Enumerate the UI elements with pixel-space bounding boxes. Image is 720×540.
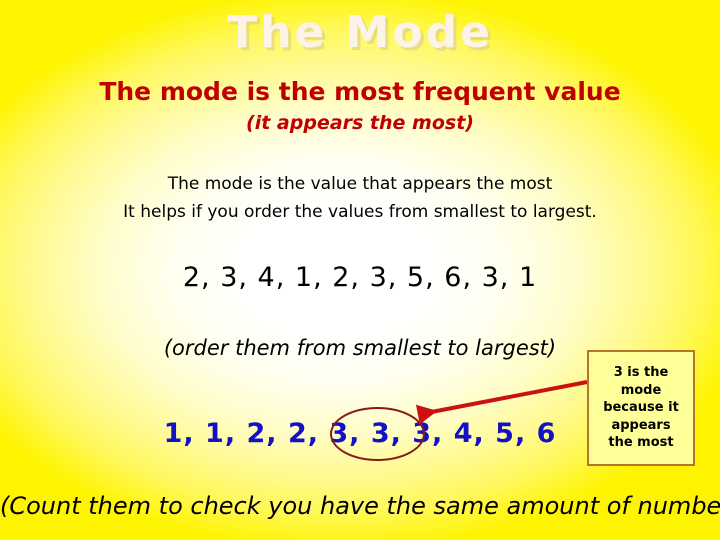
callout-line-3: because it	[603, 400, 679, 416]
explanation-line-1: The mode is the value that appears the m…	[167, 174, 553, 194]
callout-line-4: appears	[611, 417, 671, 433]
explanation-line-2: It helps if you order the values from sm…	[123, 202, 597, 223]
callout-line-5: the most	[608, 435, 674, 451]
callout-line-1: 3 is the	[613, 365, 669, 381]
mode-explanation-callout: 3 is the mode because it appears the mos…	[587, 350, 695, 466]
footer-note: (Count them to check you have the same a…	[0, 492, 720, 520]
unordered-number-list: 2, 3, 4, 1, 2, 3, 5, 6, 3, 1	[182, 262, 538, 293]
slide-canvas: The Mode The mode is the most frequent v…	[0, 0, 720, 540]
explanation-block: The mode is the value that appears the m…	[0, 170, 720, 226]
mode-definition-secondary: (it appears the most)	[246, 111, 474, 134]
page-title: The Mode	[227, 7, 493, 58]
callout-line-2: mode	[620, 382, 662, 398]
mode-definition-heading: The mode is the most frequent value (it …	[0, 78, 720, 133]
mode-definition-primary: The mode is the most frequent value	[99, 77, 621, 106]
